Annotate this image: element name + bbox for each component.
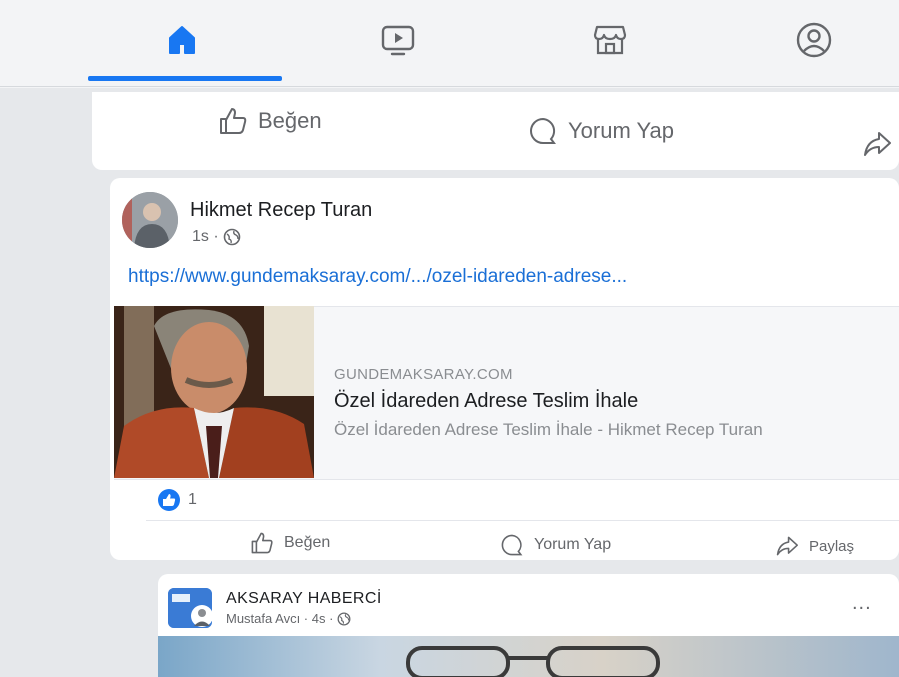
page-name[interactable]: AKSARAY HABERCİ [226, 590, 382, 608]
preview-image[interactable] [114, 306, 314, 478]
tab-watch[interactable] [376, 14, 420, 66]
page-logo-icon [168, 588, 212, 628]
globe-icon [337, 612, 351, 625]
next-post-meta: Mustafa Avcı · 4s · [226, 611, 351, 626]
thumbs-up-icon [220, 108, 247, 134]
store-icon [593, 25, 627, 55]
comment-icon [501, 534, 523, 556]
active-tab-indicator [88, 76, 282, 81]
portrait-image [114, 306, 314, 478]
comment-button-top[interactable]: Yorum Yap [528, 116, 674, 146]
nav-divider [0, 86, 899, 87]
previous-post-actions: Beğen Yorum Yap [92, 92, 899, 170]
next-post-image[interactable] [158, 636, 899, 677]
share-button-top[interactable] [862, 130, 892, 158]
globe-icon [223, 228, 240, 246]
comment-icon [530, 117, 556, 144]
comment-label: Yorum Yap [568, 118, 675, 143]
top-navigation [0, 0, 899, 88]
home-icon [169, 26, 195, 54]
share-button[interactable]: Paylaş [775, 535, 854, 557]
next-post-subtitle[interactable]: Mustafa Avcı · 4s · [226, 611, 333, 626]
post-link[interactable]: https://www.gundemaksaray.com/.../ozel-i… [128, 266, 627, 288]
like-label: Beğen [284, 534, 331, 551]
post-meta: 1s · [192, 228, 241, 246]
like-reaction-icon [158, 489, 180, 511]
reaction-summary[interactable]: 1 [158, 489, 197, 511]
post-time[interactable]: 1s · [192, 228, 219, 246]
person-silhouette-icon [122, 192, 178, 248]
like-label: Beğen [258, 108, 322, 133]
author-name[interactable]: Hikmet Recep Turan [190, 199, 372, 222]
reaction-count: 1 [188, 491, 197, 508]
tab-profile[interactable] [792, 14, 836, 66]
page-avatar[interactable] [168, 588, 212, 628]
preview-description: Özel İdareden Adrese Teslim İhale - Hikm… [334, 420, 763, 439]
share-icon [864, 132, 891, 156]
like-button[interactable]: Beğen [250, 531, 330, 555]
author-avatar[interactable] [122, 192, 178, 248]
tab-home[interactable] [160, 14, 204, 66]
like-button-top[interactable]: Beğen [218, 106, 322, 136]
preview-domain: GUNDEMAKSARAY.COM [334, 366, 513, 383]
comment-label: Yorum Yap [534, 536, 612, 553]
preview-title[interactable]: Özel İdareden Adrese Teslim İhale [334, 390, 638, 413]
share-label: Paylaş [809, 537, 855, 555]
thumbs-up-icon [251, 532, 273, 554]
actions-divider [146, 520, 899, 521]
more-options-button[interactable]: ... [852, 592, 872, 615]
profile-icon [796, 22, 832, 58]
video-icon [381, 25, 415, 56]
glasses-image [406, 646, 660, 677]
tab-marketplace[interactable] [588, 14, 632, 66]
comment-button[interactable]: Yorum Yap [500, 533, 611, 557]
share-icon [776, 536, 798, 556]
